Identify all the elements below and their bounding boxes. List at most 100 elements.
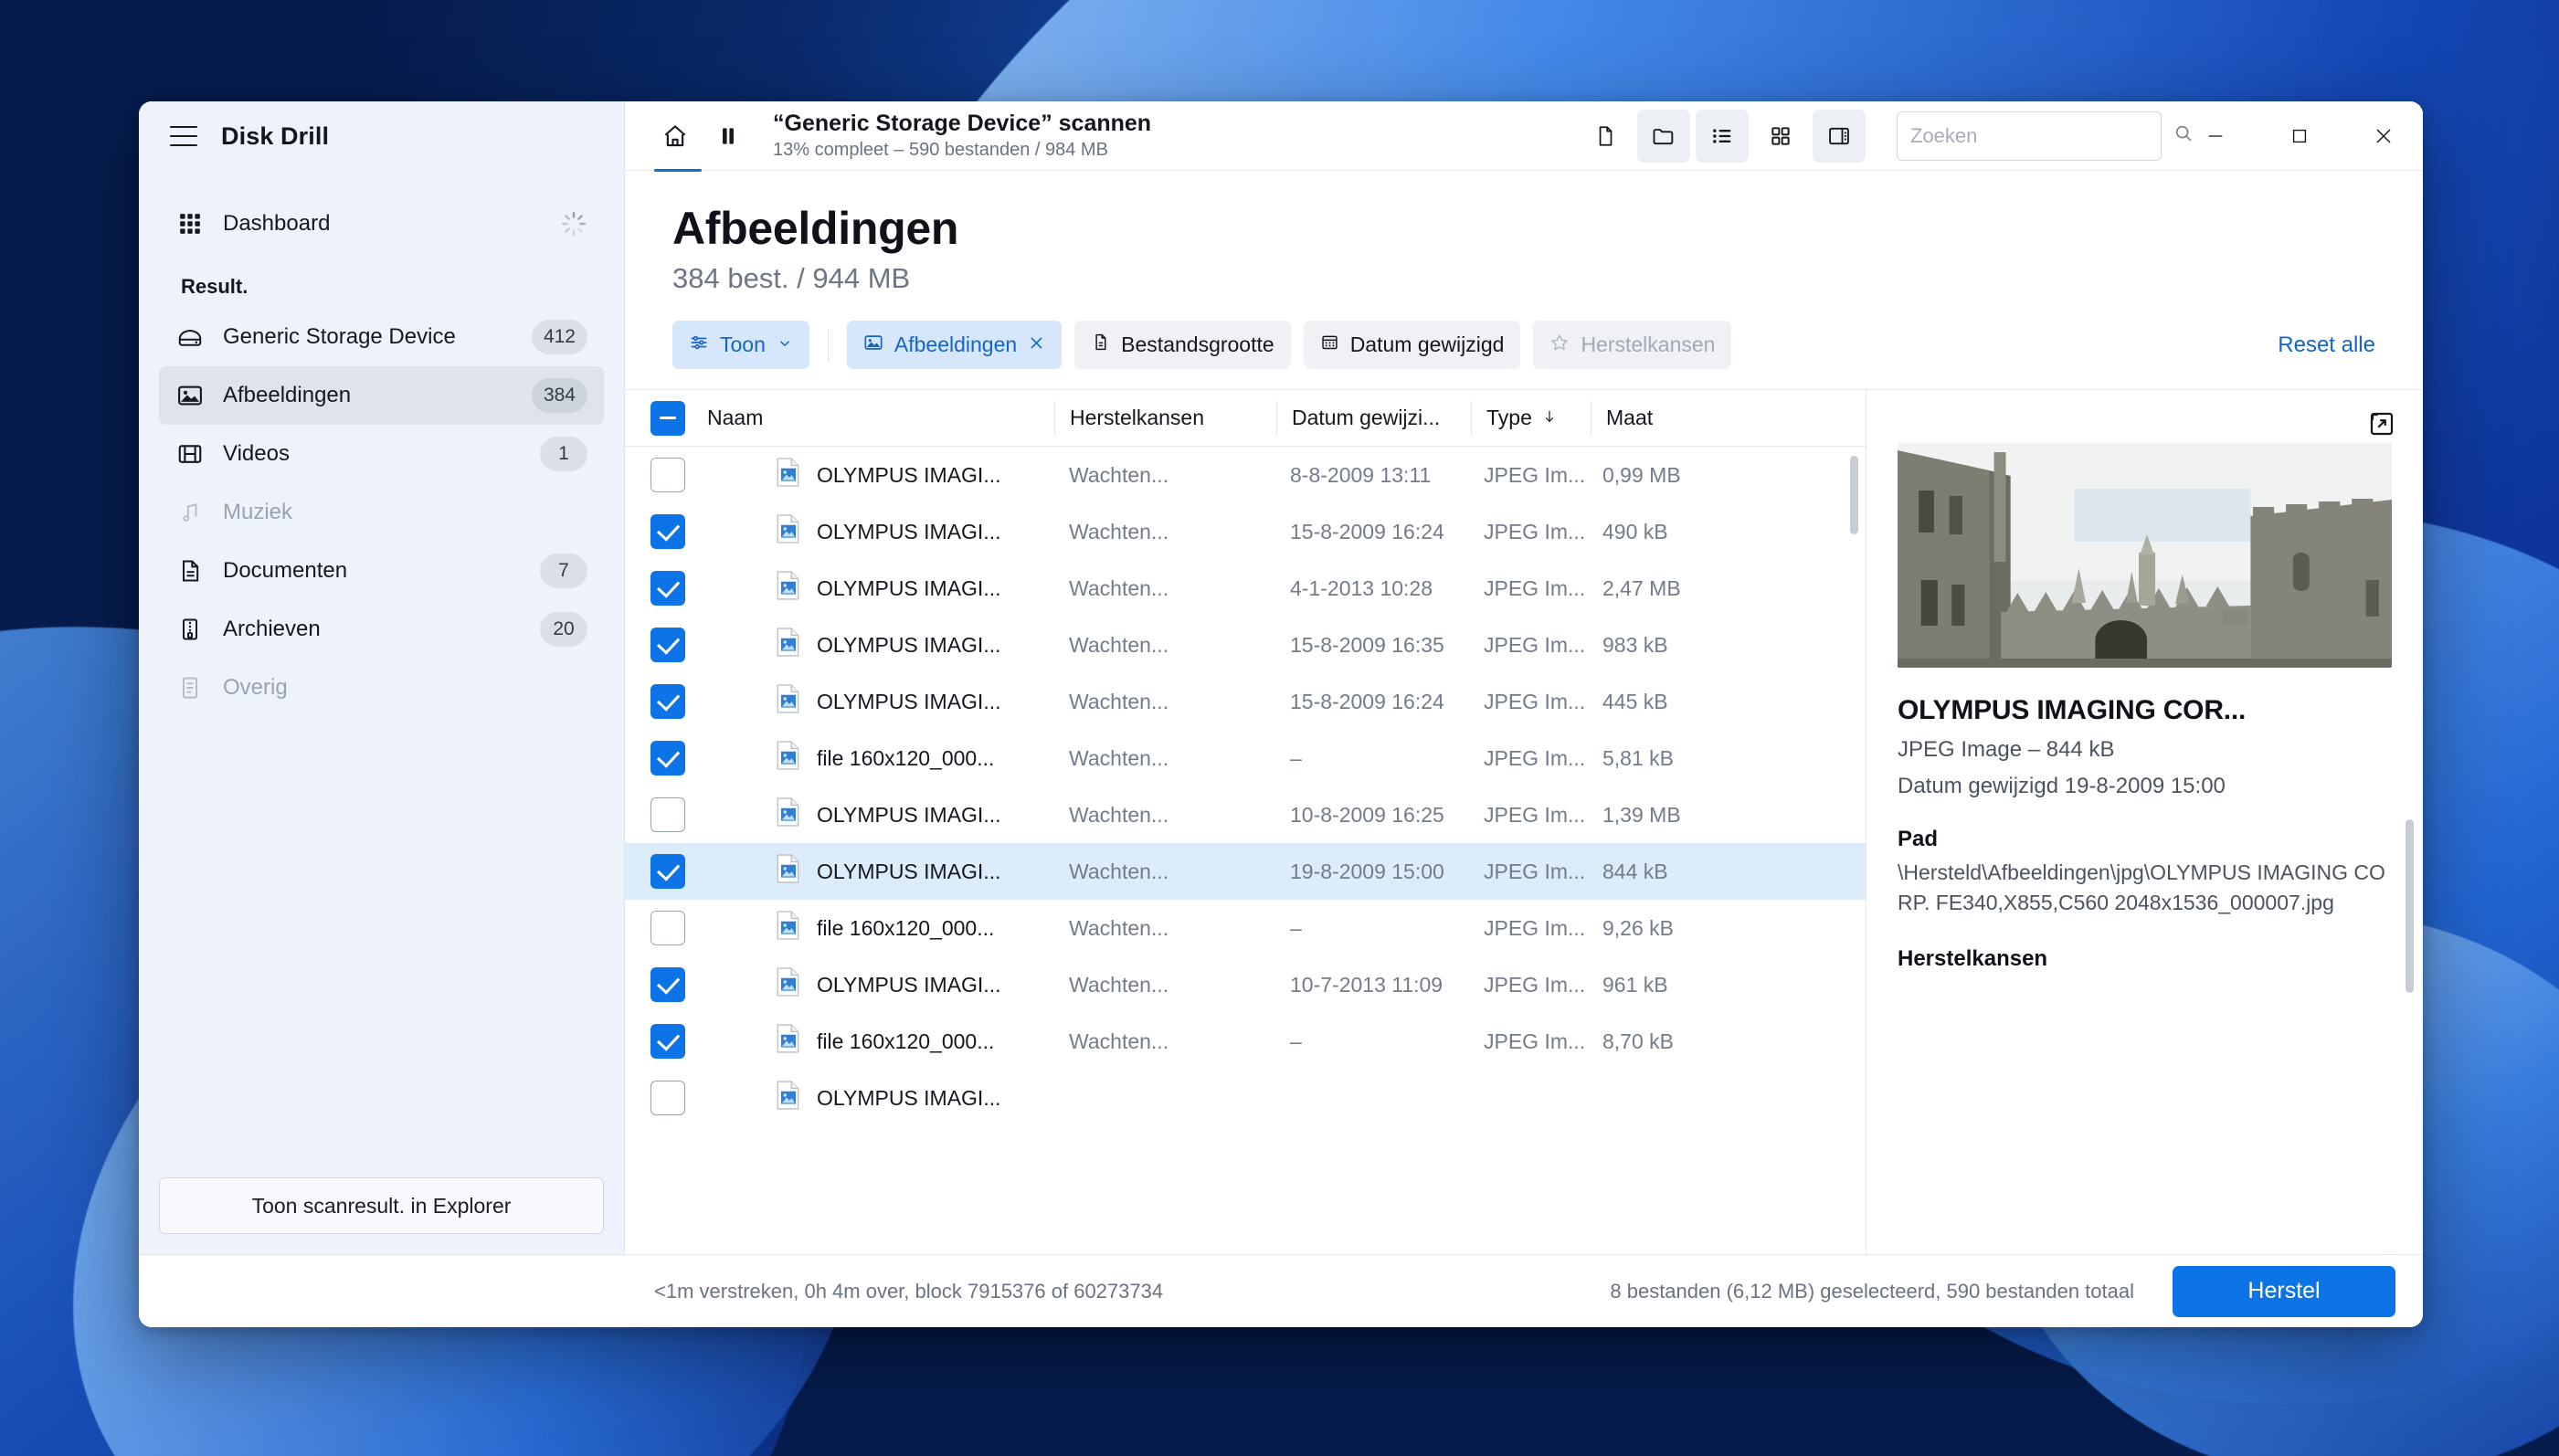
cell-maat: 8,70 kB [1602, 1029, 1674, 1053]
sidebar-item-muziek[interactable]: Muziek [159, 483, 604, 542]
cell-datum-gewijzigd: 19-8-2009 15:00 [1290, 859, 1444, 883]
table-row[interactable]: OLYMPUS IMAGI... Wachten... 10-7-2013 11… [625, 956, 1866, 1013]
sidebar-item-videos[interactable]: Videos 1 [159, 425, 604, 483]
sidebar-item-archieven[interactable]: Archieven 20 [159, 600, 604, 659]
show-scan-results-in-explorer-button[interactable]: Toon scanresult. in Explorer [159, 1177, 604, 1234]
panel-view-icon[interactable] [1813, 109, 1866, 163]
cell-naam: OLYMPUS IMAGI... [707, 628, 1054, 662]
preview-thumbnail[interactable] [1898, 443, 2392, 668]
filter-chip-herstelkansen[interactable]: Herstelkansen [1533, 321, 1732, 369]
search-box[interactable] [1897, 111, 2192, 161]
reset-all-link[interactable]: Reset alle [2278, 332, 2375, 358]
cell-maat: 961 kB [1602, 972, 1668, 997]
sidebar-item-overig[interactable]: Overig [159, 659, 604, 717]
list-view-icon[interactable] [1696, 109, 1749, 163]
table-row[interactable]: OLYMPUS IMAGI... [625, 1070, 1866, 1126]
filter-bar: Toon Afbeeldingen Bestandsgrootte Datum … [625, 295, 2423, 389]
close-icon[interactable] [1028, 332, 1045, 357]
pause-icon[interactable] [702, 110, 755, 163]
table-row[interactable]: OLYMPUS IMAGI... Wachten... 19-8-2009 15… [625, 843, 1866, 900]
row-checkbox-cell [650, 1024, 707, 1059]
cell-herstelkansen: Wachten... [1069, 802, 1169, 827]
column-header-type[interactable]: Type [1472, 406, 1591, 430]
cell-type: JPEG Im... [1484, 462, 1586, 487]
column-header-herstelkansen[interactable]: Herstelkansen [1055, 406, 1276, 430]
filter-chip-label: Herstelkansen [1581, 332, 1716, 356]
filter-chip-bestandsgrootte[interactable]: Bestandsgrootte [1074, 321, 1291, 369]
folder-view-icon[interactable] [1637, 109, 1690, 163]
cell-herstelkansen: Wachten... [1069, 689, 1169, 713]
cell-herstelkansen: Wachten... [1069, 519, 1169, 543]
cell-type: JPEG Im... [1484, 689, 1586, 713]
row-checkbox[interactable] [650, 1024, 685, 1059]
row-checkbox[interactable] [650, 797, 685, 832]
jpeg-file-icon [777, 967, 800, 1002]
cell-type: JPEG Im... [1484, 859, 1586, 883]
table-row[interactable]: OLYMPUS IMAGI... Wachten... 4-1-2013 10:… [625, 560, 1866, 617]
row-checkbox[interactable] [650, 741, 685, 775]
maximize-button[interactable] [2260, 101, 2339, 171]
sidebar-item-documenten[interactable]: Documenten 7 [159, 542, 604, 600]
row-checkbox-cell [650, 797, 707, 832]
details-scrollbar[interactable] [2406, 819, 2414, 993]
scan-status: “Generic Storage Device” scannen 13% com… [773, 111, 1151, 161]
main-area: “Generic Storage Device” scannen 13% com… [625, 101, 2423, 1254]
file-view-icon[interactable] [1579, 110, 1632, 163]
minimize-button[interactable] [2176, 101, 2255, 171]
table-row[interactable]: OLYMPUS IMAGI... Wachten... 15-8-2009 16… [625, 673, 1866, 730]
sidebar-section-label: Result. [181, 275, 248, 298]
table-row[interactable]: OLYMPUS IMAGI... Wachten... 10-8-2009 16… [625, 786, 1866, 843]
row-checkbox[interactable] [650, 684, 685, 719]
archive-icon [175, 615, 205, 644]
table-row[interactable]: OLYMPUS IMAGI... Wachten... 15-8-2009 16… [625, 617, 1866, 673]
close-button[interactable] [2344, 101, 2423, 171]
cell-herstelkansen: Wachten... [1069, 575, 1169, 600]
sidebar-item-badge: 1 [540, 437, 587, 471]
external-link-icon[interactable] [2368, 410, 2395, 442]
home-icon[interactable] [649, 110, 702, 163]
cell-naam-text: OLYMPUS IMAGI... [817, 802, 1001, 827]
grid-view-icon[interactable] [1754, 110, 1807, 163]
table-row[interactable]: OLYMPUS IMAGI... Wachten... 15-8-2009 16… [625, 503, 1866, 560]
hamburger-menu-icon[interactable] [170, 126, 197, 146]
detail-file-meta: JPEG Image – 844 kB [1898, 737, 2115, 762]
table-row[interactable]: file 160x120_000... Wachten... – JPEG Im… [625, 1013, 1866, 1070]
row-checkbox[interactable] [650, 571, 685, 606]
column-header-maat[interactable]: Maat [1591, 406, 1756, 430]
column-header-datum-gewijzigd[interactable]: Datum gewijzi... [1277, 406, 1471, 430]
sidebar-item-generic-storage-device[interactable]: Generic Storage Device 412 [159, 308, 604, 366]
row-checkbox[interactable] [650, 854, 685, 889]
filter-show-button[interactable]: Toon [672, 321, 809, 369]
app-title: Disk Drill [221, 121, 330, 150]
column-header-naam[interactable]: Naam [707, 406, 1054, 430]
cell-herstelkansen: Wachten... [1069, 462, 1169, 487]
row-checkbox[interactable] [650, 458, 685, 492]
jpeg-file-icon [777, 741, 800, 775]
sidebar-item-afbeeldingen[interactable]: Afbeeldingen 384 [159, 366, 604, 425]
filter-chip-datum-gewijzigd[interactable]: Datum gewijzigd [1303, 321, 1521, 369]
cell-naam-text: OLYMPUS IMAGI... [817, 632, 1001, 657]
cell-type: JPEG Im... [1484, 1029, 1586, 1053]
table-scrollbar[interactable] [1850, 456, 1858, 534]
recover-button[interactable]: Herstel [2173, 1265, 2395, 1317]
table-row[interactable]: file 160x120_000... Wachten... – JPEG Im… [625, 900, 1866, 956]
filter-chip-afbeeldingen[interactable]: Afbeeldingen [846, 321, 1063, 369]
row-checkbox[interactable] [650, 911, 685, 945]
table-row[interactable]: file 160x120_000... Wachten... – JPEG Im… [625, 730, 1866, 786]
row-checkbox-cell [650, 854, 707, 889]
jpeg-file-icon [777, 571, 800, 606]
select-all-checkbox[interactable] [650, 400, 685, 436]
sidebar-item-dashboard[interactable]: Dashboard [159, 195, 604, 253]
row-checkbox[interactable] [650, 1081, 685, 1115]
row-checkbox[interactable] [650, 514, 685, 549]
disk-icon [175, 322, 205, 352]
sidebar-item-label: Muziek [223, 500, 293, 524]
cell-maat: 490 kB [1602, 519, 1668, 543]
page-subtitle: 384 best. / 944 MB [672, 262, 911, 294]
row-checkbox[interactable] [650, 967, 685, 1002]
table-row[interactable]: OLYMPUS IMAGI... Wachten... 8-8-2009 13:… [625, 447, 1866, 503]
jpeg-file-icon [777, 797, 800, 832]
image-icon [175, 381, 205, 410]
row-checkbox[interactable] [650, 628, 685, 662]
search-input[interactable] [1910, 123, 2173, 148]
